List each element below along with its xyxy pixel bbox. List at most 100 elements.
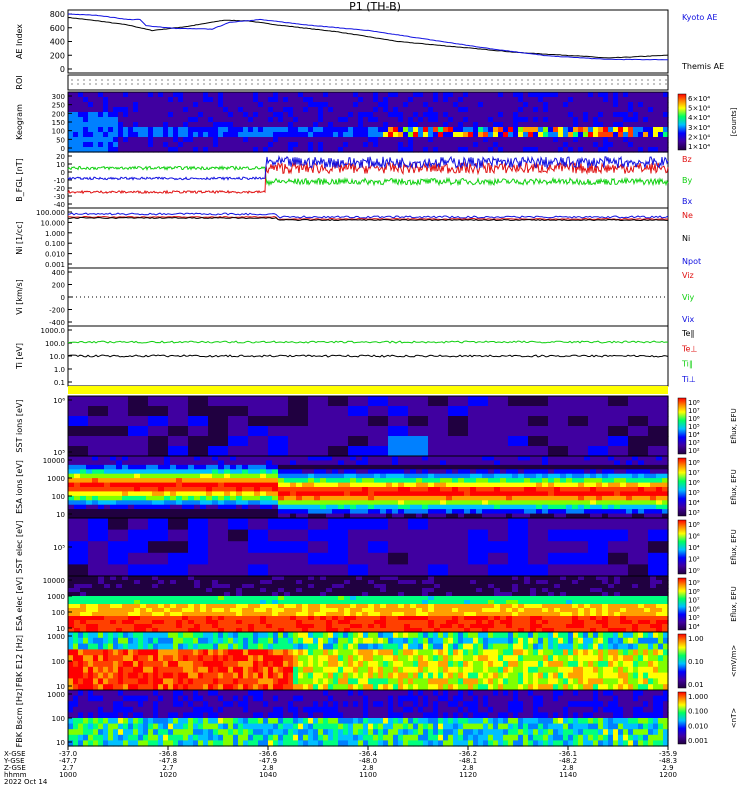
esa_elec-cell	[110, 576, 117, 581]
esa_ion-cell	[110, 464, 117, 470]
keogram-cell	[578, 97, 584, 103]
esa_elec-cell	[464, 576, 471, 581]
esa_elec-cell	[536, 608, 543, 613]
esa_ion-cell	[134, 500, 141, 506]
sst_elec-cell	[428, 552, 449, 565]
keogram-cell	[113, 107, 119, 113]
esa_ion-cell	[272, 495, 279, 501]
keogram-cell	[188, 117, 194, 123]
keogram-cell	[248, 122, 254, 128]
keogram-cell	[388, 117, 394, 123]
keogram-cell	[78, 137, 84, 143]
keogram-cell	[588, 107, 594, 113]
esa_ion-cell	[398, 473, 405, 479]
esa_ion-cell	[344, 464, 351, 470]
esa_ion-cell	[584, 473, 591, 479]
sst_ion-cell	[448, 406, 469, 417]
sst_ion-cell	[408, 436, 429, 447]
esa_ion-cell	[194, 509, 201, 515]
esa_elec-cell	[518, 596, 525, 601]
esa_ion-cell	[164, 504, 171, 510]
keogram-cell	[293, 132, 299, 138]
esa_ion-cell	[410, 504, 417, 510]
keogram-cell	[473, 132, 479, 138]
keogram-cell	[453, 132, 459, 138]
esa_elec-cell	[584, 624, 591, 629]
esa_elec-cell	[560, 612, 567, 617]
keogram-cell	[113, 127, 119, 133]
esa_elec-cell	[128, 604, 135, 609]
keogram-cell	[338, 117, 344, 123]
esa_elec-cell	[398, 600, 405, 605]
esa_ion-cell	[134, 495, 141, 501]
keogram-cell	[638, 142, 644, 148]
esa_ion-cell	[554, 487, 561, 492]
esa_elec-cell	[308, 592, 315, 597]
esa_elec-cell	[530, 604, 537, 609]
fbk_e-cell	[128, 637, 134, 645]
keogram-cell	[513, 107, 519, 113]
keogram-cell	[248, 92, 254, 98]
esa_elec-cell	[248, 608, 255, 613]
esa_elec-cell	[608, 624, 615, 629]
esa_ion-cell	[368, 487, 375, 492]
sst_ion-cell	[568, 446, 589, 457]
keogram-cell	[418, 92, 424, 98]
esa_ion-cell	[446, 478, 453, 484]
esa_elec-cell	[656, 576, 663, 581]
esa_elec-cell	[380, 584, 387, 589]
keogram-cell	[148, 97, 154, 103]
sst_elec-cell	[148, 529, 169, 542]
esa_ion-cell	[626, 456, 633, 461]
esa_elec-cell	[254, 588, 261, 593]
esa_ion-cell	[410, 478, 417, 484]
esa_ion-cell	[110, 473, 117, 479]
esa_ion-cell	[182, 495, 189, 501]
fbk_e-cell	[113, 666, 119, 674]
esa_ion-cell	[272, 509, 279, 515]
esa_ion-cell	[176, 495, 183, 501]
esa_ion-cell	[428, 487, 435, 492]
keogram-cell	[268, 92, 274, 98]
keogram-cell	[398, 107, 404, 113]
esa_elec-cell	[362, 596, 369, 601]
fbk_e-cell	[83, 655, 89, 662]
keogram-cell	[93, 112, 99, 118]
keogram-cell	[243, 107, 249, 113]
esa_elec-cell	[140, 608, 147, 613]
esa_ion-cell	[536, 487, 543, 492]
keogram-cell	[468, 137, 474, 143]
esa_ion-cell	[206, 495, 213, 501]
esa_elec-cell	[458, 576, 465, 581]
esa_ion-cell	[158, 504, 165, 510]
keogram-cell	[538, 117, 544, 123]
esa_ion-cell	[410, 495, 417, 501]
esa_ion-cell	[434, 473, 441, 479]
esa_elec-cell	[524, 576, 531, 581]
esa_elec-cell	[236, 588, 243, 593]
fbk_e-cell	[78, 678, 84, 685]
esa_elec-cell	[242, 616, 249, 621]
esa_ion-cell	[416, 500, 423, 506]
esa_ion-cell	[620, 509, 627, 515]
sst_elec-cell	[208, 564, 229, 577]
esa_ion-cell	[542, 487, 549, 492]
keogram-cell	[78, 97, 84, 103]
esa_ion-cell	[110, 487, 117, 492]
keogram-cell	[368, 102, 374, 108]
esa_elec-cell	[146, 600, 153, 605]
esa_elec-cell	[452, 612, 459, 617]
keogram-cell	[633, 107, 639, 113]
keogram-cell	[358, 97, 364, 103]
keogram-cell	[518, 97, 524, 103]
keogram-cell	[348, 107, 354, 113]
keogram-cell	[218, 102, 224, 108]
esa_elec-cell	[656, 612, 663, 617]
esa_elec-cell	[236, 576, 243, 581]
keogram-cell	[503, 102, 509, 108]
keogram-cell	[158, 137, 164, 143]
esa_elec-cell	[536, 624, 543, 629]
esa_ion-cell	[188, 509, 195, 515]
esa_ion-cell	[512, 482, 519, 488]
keogram-cell	[183, 107, 189, 113]
